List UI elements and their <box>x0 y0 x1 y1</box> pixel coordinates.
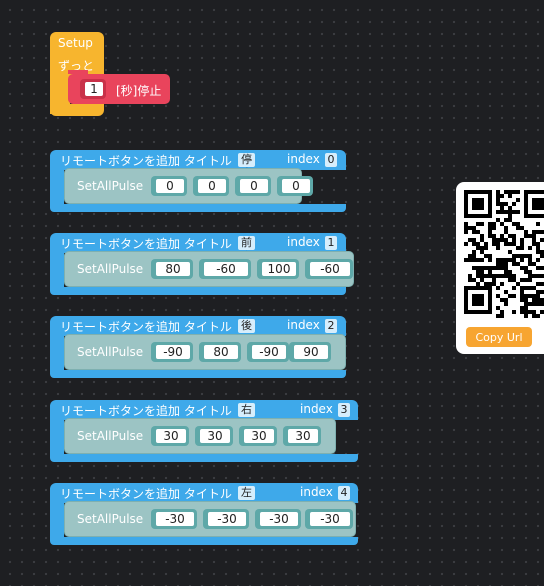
wait-value-socket[interactable]: 1 <box>80 79 106 99</box>
set-all-pulse-label: SetAllPulse <box>77 429 144 443</box>
pulse-value-socket[interactable]: 90 <box>289 342 331 362</box>
pulse-value-field[interactable]: 80 <box>204 345 238 359</box>
pulse-value-field[interactable]: -60 <box>204 262 248 276</box>
remote-button-title: リモートボタンを追加 タイトル <box>60 487 232 501</box>
setup-block-footer <box>50 104 104 116</box>
pulse-value-socket[interactable]: 80 <box>151 259 193 279</box>
pulse-value-field[interactable]: 90 <box>294 345 328 359</box>
pulse-value-field[interactable]: 100 <box>262 262 296 276</box>
set-all-pulse-label: SetAllPulse <box>77 345 144 359</box>
set-all-pulse-label: SetAllPulse <box>77 262 144 276</box>
copy-url-button[interactable]: Copy Url <box>466 327 532 347</box>
button-title-field[interactable]: 右回転 <box>238 403 255 444</box>
pulse-value-field[interactable]: 0 <box>198 179 226 193</box>
remote-button-title: リモートボタンを追加 タイトル <box>60 237 232 251</box>
pulse-value-field[interactable]: 0 <box>156 179 184 193</box>
index-field[interactable]: 2 <box>325 319 337 333</box>
remote-button-title: リモートボタンを追加 タイトル <box>60 154 232 168</box>
remote-button-footer <box>50 287 346 295</box>
pulse-value-socket[interactable]: -30 <box>203 509 249 529</box>
pulse-value-field[interactable]: -30 <box>208 512 246 526</box>
set-all-pulse-block[interactable]: SetAllPulse 0 0 0 0 <box>64 168 313 204</box>
pulse-value-socket[interactable]: -90 <box>151 342 193 362</box>
remote-button-footer <box>50 370 346 378</box>
pulse-value-socket[interactable]: 30 <box>195 426 233 446</box>
pulse-value-socket[interactable]: 0 <box>151 176 187 196</box>
set-all-pulse-block[interactable]: SetAllPulse 30 30 30 30 <box>64 418 336 454</box>
remote-button-footer <box>50 537 358 545</box>
pulse-value-field[interactable]: -30 <box>260 512 298 526</box>
remote-button-arm <box>50 168 64 206</box>
pulse-value-socket[interactable]: -30 <box>151 509 197 529</box>
wait-value-field[interactable]: 1 <box>85 82 103 96</box>
pulse-value-socket[interactable]: -30 <box>255 509 301 529</box>
pulse-value-socket[interactable]: 0 <box>277 176 313 196</box>
index-field[interactable]: 3 <box>338 403 350 417</box>
remote-button-arm <box>50 418 64 456</box>
pulse-value-socket[interactable]: 0 <box>235 176 271 196</box>
index-label: index <box>287 152 320 166</box>
remote-button-title: リモートボタンを追加 タイトル <box>60 404 232 418</box>
set-all-pulse-block[interactable]: SetAllPulse 80 -60 100 -60 <box>64 251 354 287</box>
button-title-field[interactable]: 前進 <box>238 236 255 263</box>
pulse-value-socket[interactable]: 30 <box>239 426 277 446</box>
remote-button-footer <box>50 204 346 212</box>
index-label: index <box>287 318 320 332</box>
qr-panel: Copy Url <box>456 182 544 354</box>
remote-button-arm <box>50 334 64 372</box>
pulse-value-socket[interactable]: 100 <box>257 259 299 279</box>
index-field[interactable]: 0 <box>325 153 337 167</box>
remote-button-arm <box>50 501 64 539</box>
remote-button-title: リモートボタンを追加 タイトル <box>60 320 232 334</box>
index-label: index <box>287 235 320 249</box>
pulse-value-socket[interactable]: 0 <box>193 176 229 196</box>
pulse-value-field[interactable]: -90 <box>156 345 190 359</box>
pulse-value-field[interactable]: -90 <box>252 345 286 359</box>
remote-button-arm <box>50 251 64 289</box>
remote-button-footer <box>50 454 358 462</box>
pulse-value-field[interactable]: -30 <box>156 512 194 526</box>
set-all-pulse-label: SetAllPulse <box>77 179 144 193</box>
set-all-pulse-block[interactable]: SetAllPulse -90 80 -90 90 <box>64 334 346 370</box>
pulse-value-field[interactable]: 30 <box>244 429 274 443</box>
pulse-value-field[interactable]: 0 <box>240 179 268 193</box>
index-field[interactable]: 4 <box>338 486 350 500</box>
button-title-field[interactable]: 左回転 <box>238 486 255 527</box>
pulse-value-socket[interactable]: -90 <box>247 342 289 362</box>
pulse-value-field[interactable]: -60 <box>310 262 350 276</box>
set-all-pulse-block[interactable]: SetAllPulse -30 -30 -30 -30 <box>64 501 356 537</box>
pulse-value-socket[interactable]: 30 <box>283 426 321 446</box>
pulse-value-socket[interactable]: -60 <box>305 259 353 279</box>
pulse-value-field[interactable]: 30 <box>156 429 186 443</box>
pulse-value-field[interactable]: 30 <box>288 429 318 443</box>
wait-label: [秒]停止 <box>116 84 162 98</box>
index-field[interactable]: 1 <box>325 236 337 250</box>
pulse-value-field[interactable]: 0 <box>282 179 310 193</box>
button-title-field[interactable]: 停止 <box>238 153 255 180</box>
index-label: index <box>300 485 333 499</box>
pulse-value-socket[interactable]: -30 <box>305 509 353 529</box>
set-all-pulse-label: SetAllPulse <box>77 512 144 526</box>
button-title-field[interactable]: 後退 <box>238 319 255 346</box>
index-label: index <box>300 402 333 416</box>
pulse-value-field[interactable]: 30 <box>200 429 230 443</box>
pulse-value-field[interactable]: -30 <box>310 512 350 526</box>
qr-code-image <box>464 190 544 318</box>
wait-block[interactable]: 1 [秒]停止 <box>68 70 170 104</box>
pulse-value-socket[interactable]: -60 <box>199 259 251 279</box>
pulse-value-socket[interactable]: 30 <box>151 426 189 446</box>
pulse-value-socket[interactable]: 80 <box>199 342 241 362</box>
pulse-value-field[interactable]: 80 <box>156 262 190 276</box>
setup-title: Setup <box>58 36 93 50</box>
